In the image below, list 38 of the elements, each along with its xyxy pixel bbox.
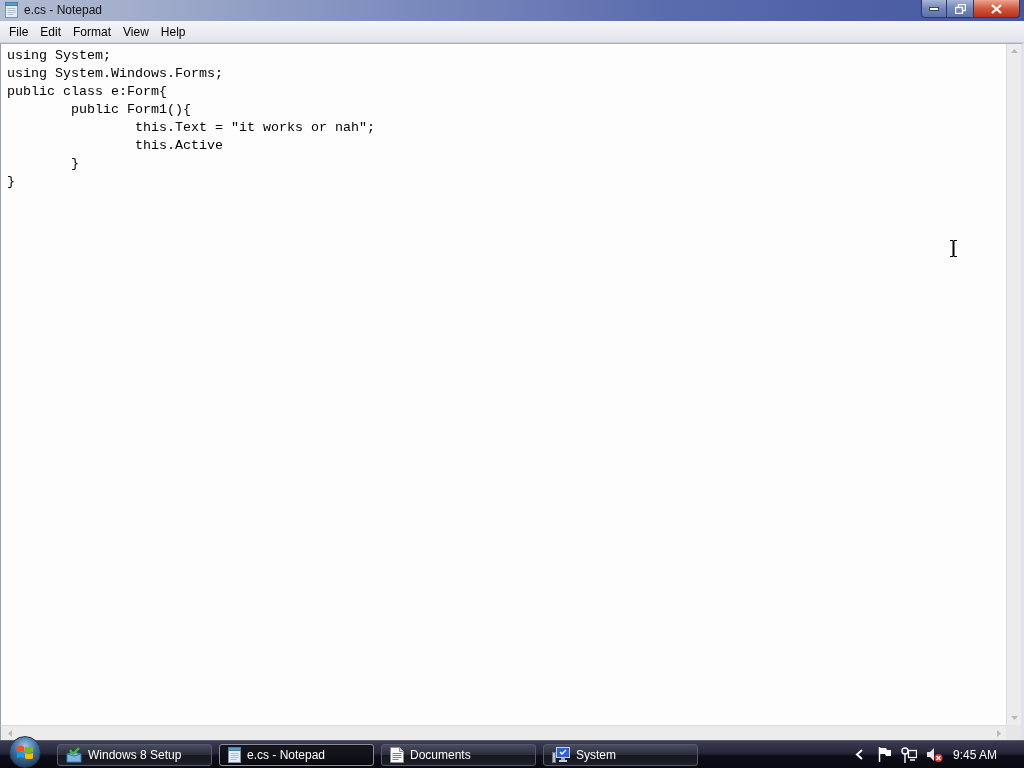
menu-item[interactable]: Edit [34, 21, 68, 42]
menu-item[interactable]: File [3, 21, 35, 42]
package-icon [66, 746, 82, 763]
code-line: this.Active [134, 137, 223, 155]
flag-icon[interactable] [877, 747, 891, 762]
network-icon[interactable] [900, 746, 917, 763]
code-line: using System.Windows.Forms; [7, 65, 223, 83]
code-line: public class e:Form{ [7, 83, 167, 101]
code-line: this.Text = "it works or nah"; [134, 119, 375, 137]
scrollbar-corner [1006, 725, 1021, 740]
minimize-button[interactable] [921, 0, 947, 18]
code-line: using System; [7, 47, 111, 65]
restore-button[interactable] [947, 0, 974, 18]
clock[interactable]: 9:45 AM [952, 747, 997, 762]
muted-speaker-icon[interactable] [925, 746, 943, 763]
taskbar-button[interactable]: Windows 8 Setup [57, 743, 212, 766]
notepad-icon [228, 746, 241, 763]
code-line: public Form1(){ [70, 101, 191, 119]
i-beam-pointer-icon [949, 240, 958, 257]
menu-item[interactable]: Help [154, 21, 192, 42]
minimize-icon [929, 6, 939, 11]
taskbar-button[interactable]: System [543, 743, 698, 766]
document-icon [390, 746, 404, 763]
close-button[interactable] [974, 0, 1020, 18]
restore-icon [954, 3, 966, 14]
menu-item[interactable]: Format [67, 21, 118, 42]
taskbar-button[interactable]: e.cs - Notepad [219, 743, 374, 766]
window-title: e.cs - Notepad [24, 3, 103, 17]
close-icon [991, 3, 1002, 14]
code-line: } [7, 173, 15, 191]
chevron-left-icon[interactable] [854, 749, 863, 760]
start-button[interactable] [9, 736, 41, 768]
code-line: } [70, 155, 79, 173]
monitor-icon [552, 746, 570, 763]
menu-item[interactable]: View [117, 21, 155, 42]
taskbar-button[interactable]: Documents [381, 743, 536, 766]
waving-flag-icon [16, 744, 34, 760]
notepad-icon [5, 2, 18, 18]
